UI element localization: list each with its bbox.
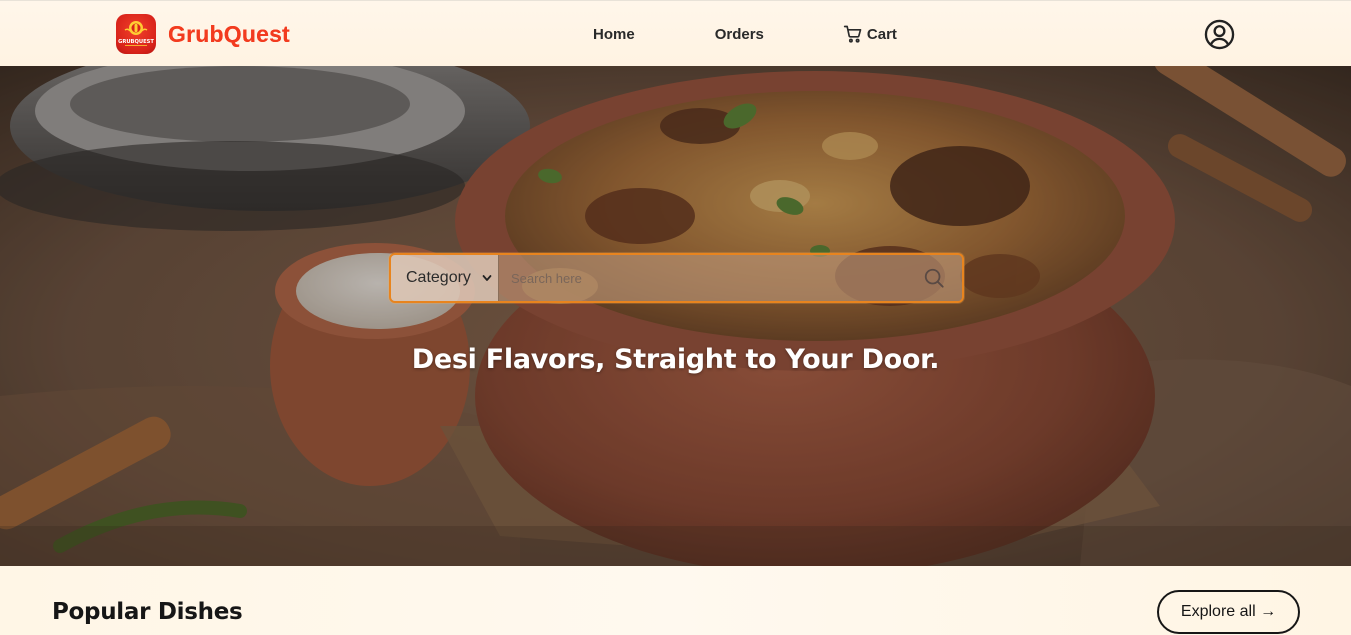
- svg-text:GRUBQUEST: GRUBQUEST: [118, 39, 154, 45]
- search-button[interactable]: [906, 255, 962, 301]
- nav-orders-link[interactable]: Orders: [715, 26, 764, 43]
- brand-logo: GRUBQUEST: [116, 14, 156, 54]
- brand-home-link[interactable]: GRUBQUEST GrubQuest: [116, 14, 290, 54]
- nav-home-link[interactable]: Home: [593, 26, 635, 43]
- profile-icon: [1204, 19, 1235, 50]
- search-input[interactable]: [499, 255, 906, 301]
- hero-banner: Category Desi Flavors, Straight to Your …: [0, 66, 1351, 566]
- main-nav: Home Orders Cart: [593, 1, 897, 67]
- explore-all-button[interactable]: Explore all →: [1157, 590, 1300, 634]
- brand-name: GrubQuest: [168, 20, 290, 47]
- search-icon: [924, 268, 944, 288]
- chevron-down-icon: [482, 273, 492, 283]
- section-title: Popular Dishes: [52, 599, 243, 625]
- popular-dishes-section: Popular Dishes Explore all →: [0, 566, 1351, 635]
- hero-tagline: Desi Flavors, Straight to Your Door.: [411, 344, 940, 375]
- hero-overlay: [0, 66, 1351, 566]
- top-navbar: GRUBQUEST GrubQuest Home Orders Cart: [0, 0, 1351, 66]
- search-bar: Category: [389, 253, 964, 303]
- cart-icon: [843, 24, 863, 44]
- profile-button[interactable]: [1204, 19, 1235, 50]
- category-select[interactable]: Category: [391, 255, 499, 301]
- nav-cart-label: Cart: [866, 25, 897, 43]
- nav-cart-link[interactable]: Cart: [843, 24, 897, 44]
- category-select-label: Category: [406, 269, 471, 286]
- brand-logo-icon: GRUBQUEST: [118, 21, 154, 46]
